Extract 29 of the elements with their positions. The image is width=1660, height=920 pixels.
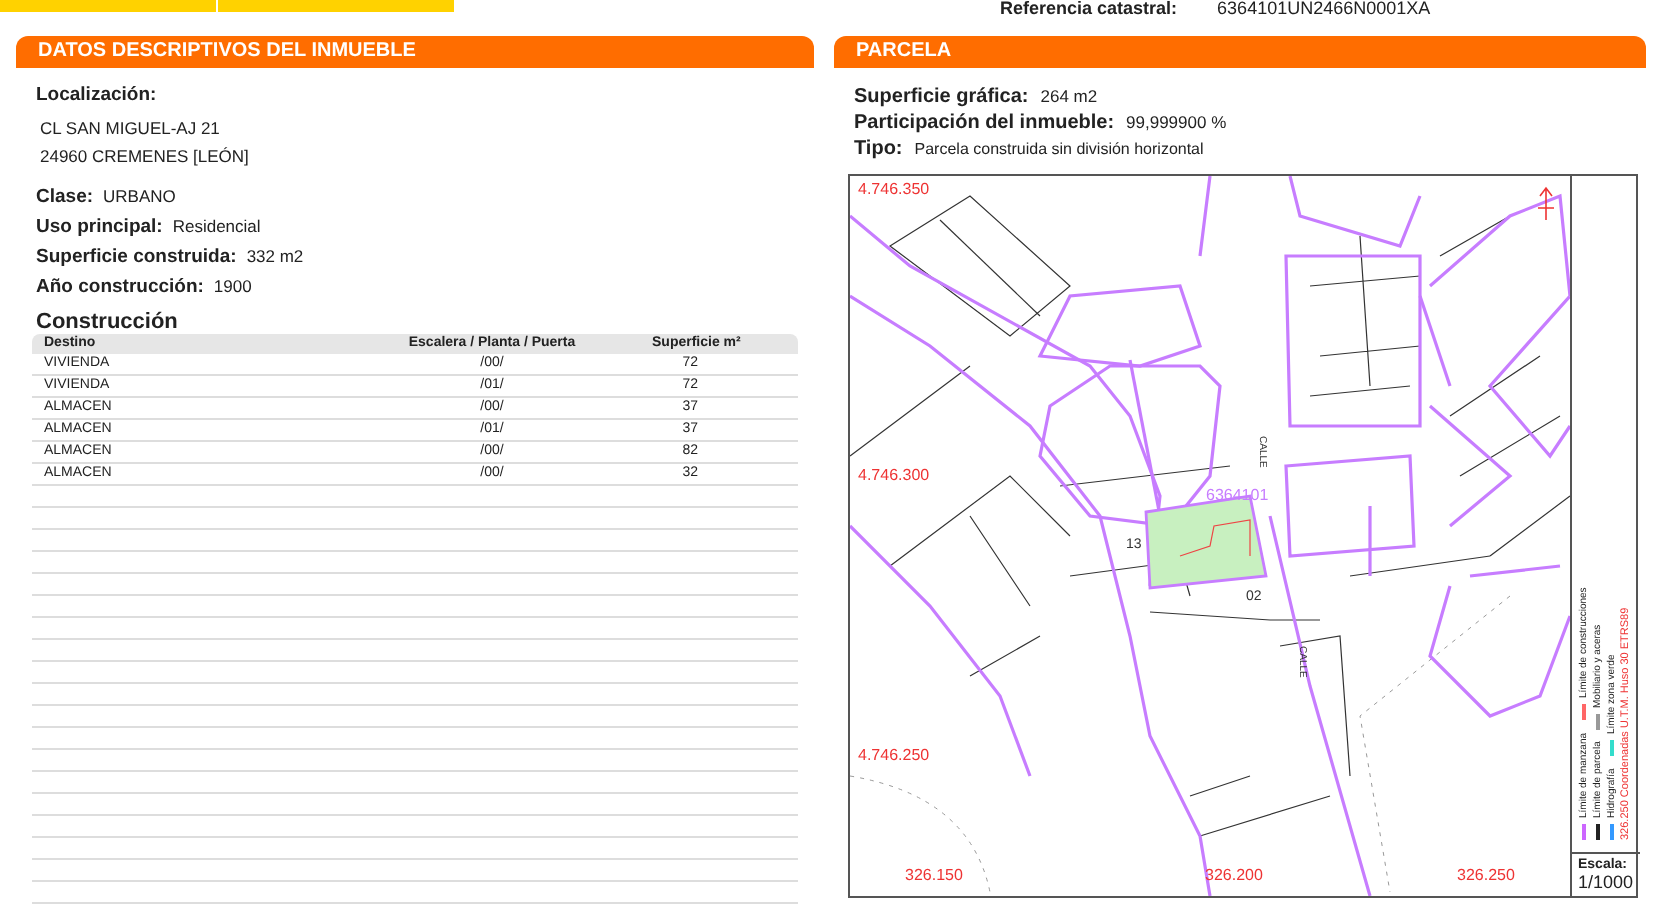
field-label: Participación del inmueble:	[854, 110, 1115, 136]
scale-value: 1/1000	[1578, 872, 1634, 892]
construction-title: Construcción	[36, 310, 180, 334]
field-label: Superficie gráfica:	[854, 84, 1029, 110]
location-label: Localización:	[36, 84, 159, 106]
reference-label: Referencia catastral:	[1000, 0, 1178, 18]
field-value: 1900	[213, 274, 252, 300]
field-value: 332 m2	[246, 244, 304, 270]
north-arrow-icon	[1537, 186, 1555, 221]
section-title: DATOS DESCRIPTIVOS DEL INMUEBLE	[16, 36, 814, 68]
field-label: Tipo:	[854, 136, 903, 162]
field-value: Parcela construida sin división horizontal	[914, 138, 1204, 162]
coordinate-label: 326.250	[1457, 866, 1515, 884]
coordinate-label: 4.746.250	[858, 746, 930, 764]
address-line: CL SAN MIGUEL-AJ 21	[38, 116, 222, 142]
field-label: Superficie construida:	[36, 244, 237, 272]
field-value: Residencial	[172, 214, 261, 240]
reference-value: 6364101UN2466N0001XA	[1217, 0, 1431, 18]
field-value: 264 m2	[1040, 84, 1098, 110]
address-line: 24960 CREMENES [LEÓN]	[38, 144, 251, 170]
coordinate-label: 326.150	[905, 866, 963, 884]
field-label: Año construcción:	[36, 274, 204, 302]
coordinate-label: 4.746.350	[858, 180, 930, 198]
field-label: Clase:	[36, 184, 94, 212]
coordinate-label: 4.746.300	[858, 466, 930, 484]
field-value: URBANO	[103, 184, 176, 210]
section-title: PARCELA	[834, 36, 1646, 68]
field-label: Uso principal:	[36, 214, 163, 242]
field-value: 99,999900 %	[1126, 110, 1227, 136]
